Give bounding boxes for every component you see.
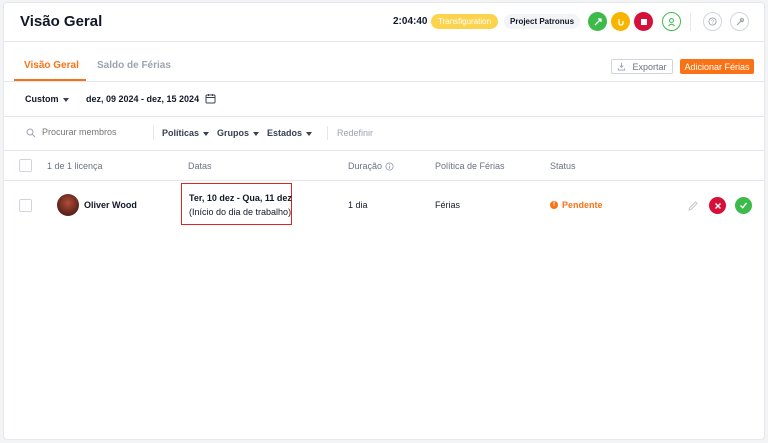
groups-filter[interactable]: Grupos [217,128,260,138]
status-header[interactable]: Status [550,161,576,171]
break-button[interactable] [611,12,630,31]
check-icon [740,202,748,209]
status-label: Pendente [562,200,603,210]
close-icon [714,202,721,209]
date-mode-label: Custom [25,94,59,104]
dates-range: Ter, 10 dez - Qua, 11 dez [189,193,292,203]
coffee-break-icon [617,18,624,26]
dates-note: (Início do dia de trabalho) [189,207,292,217]
search-icon [26,128,36,138]
divider [4,116,764,117]
chevron-down-icon [306,131,313,136]
info-icon[interactable] [385,161,394,171]
help-icon: ? [708,17,717,26]
states-label: Estados [267,128,303,138]
reject-button[interactable] [709,197,726,214]
pending-icon: ! [550,201,558,209]
chevron-down-icon [253,131,260,136]
select-all-checkbox[interactable] [19,159,32,172]
page-title: Visão Geral [20,13,103,30]
stop-icon [640,18,647,25]
duration-header[interactable]: Duração [348,161,394,171]
tab-vacation-balance[interactable]: Saldo de Férias [97,60,171,71]
top-bar: Visão Geral 2:04:40 Transfiguration Proj… [4,3,764,42]
count-header: 1 de 1 licença [47,161,103,171]
add-time-icon [594,17,602,25]
calendar-icon[interactable] [205,93,216,104]
stop-button[interactable] [634,12,653,31]
filter-divider [153,126,154,140]
settings-button[interactable] [730,12,749,31]
settings-icon [736,17,744,25]
timer: 2:04:40 [393,16,428,27]
divider [4,180,764,181]
filter-divider [327,126,328,140]
states-filter[interactable]: Estados [267,128,313,138]
add-vacation-button[interactable]: Adicionar Férias [680,59,754,74]
task-badge[interactable]: Transfiguration [431,14,499,29]
header-divider [690,13,691,31]
policy-value: Férias [435,200,461,210]
pencil-icon [687,200,698,211]
date-range[interactable]: dez, 09 2024 - dez, 15 2024 [86,94,199,104]
avatar [57,194,79,216]
row-checkbox[interactable] [19,199,32,212]
add-time-button[interactable] [588,12,607,31]
member-name[interactable]: Oliver Wood [84,200,137,210]
duration-header-label: Duração [348,161,383,171]
download-icon [618,62,626,71]
project-badge[interactable]: Project Patronus [504,14,581,29]
tab-overview[interactable]: Visão Geral [24,60,79,71]
groups-label: Grupos [217,128,250,138]
help-button[interactable]: ? [703,12,722,31]
export-label: Exportar [632,61,667,72]
dates-header[interactable]: Datas [188,161,212,171]
date-mode-dropdown[interactable]: Custom [25,94,69,104]
svg-text:?: ? [711,19,714,25]
chevron-down-icon [62,97,69,102]
export-button[interactable]: Exportar [611,59,673,74]
user-status-icon [667,17,675,26]
user-status-button[interactable] [662,12,681,31]
highlight-box [181,183,292,225]
duration-value: 1 dia [348,200,368,210]
status-badge: ! Pendente [550,200,603,210]
reset-button[interactable]: Redefinir [337,128,373,138]
policies-label: Políticas [162,128,200,138]
edit-button[interactable] [684,197,701,214]
chevron-down-icon [203,131,210,136]
search-input[interactable] [42,127,142,137]
policy-header[interactable]: Política de Férias [435,161,505,171]
divider [4,150,764,151]
policies-filter[interactable]: Políticas [162,128,210,138]
approve-button[interactable] [735,197,752,214]
tabs-divider [4,81,764,82]
app-window: Visão Geral 2:04:40 Transfiguration Proj… [3,2,765,440]
